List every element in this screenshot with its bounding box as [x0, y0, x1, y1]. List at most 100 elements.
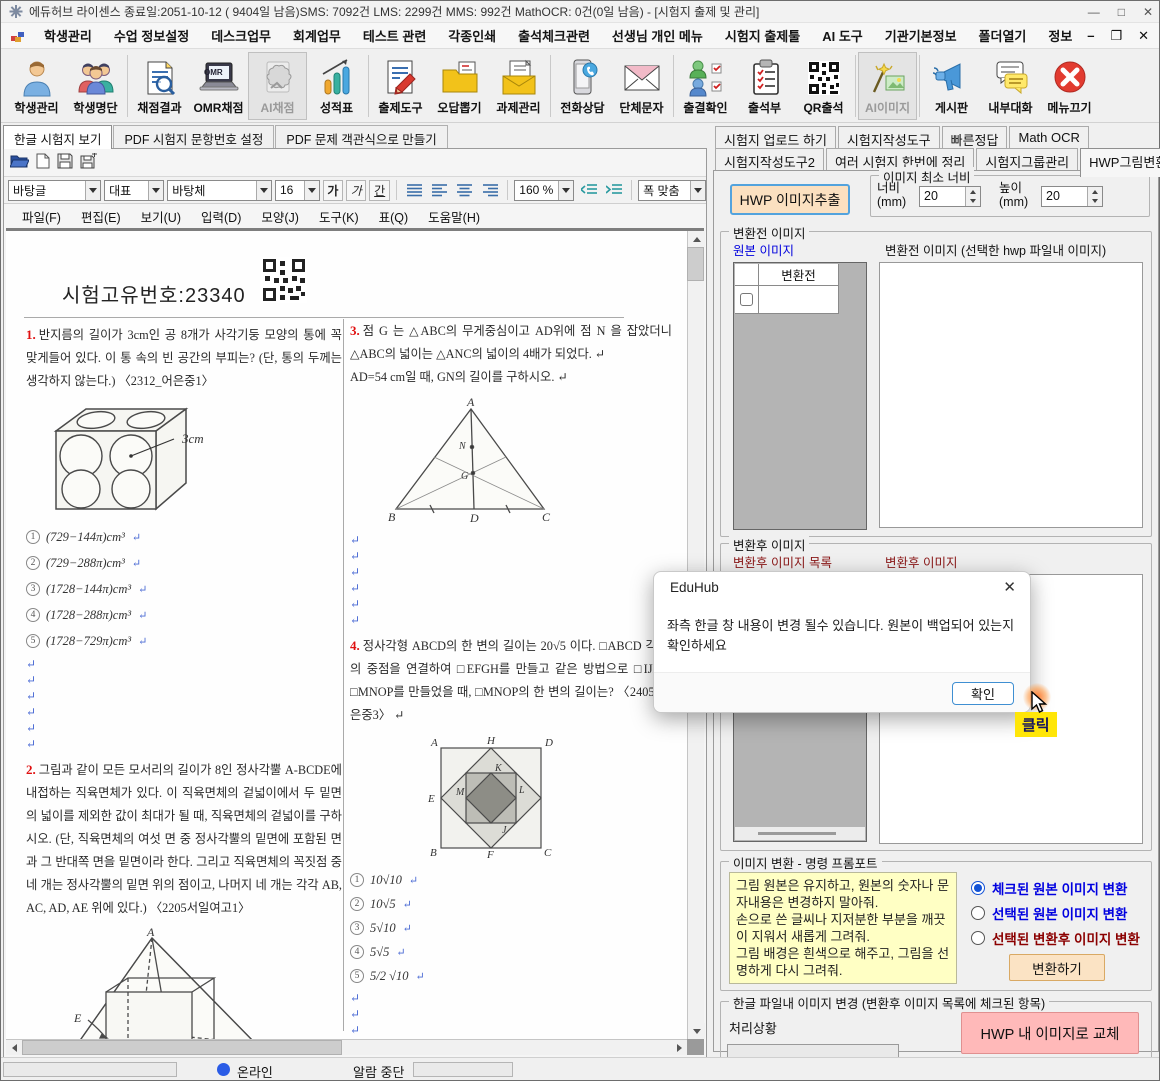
toolbar-ai-grading-button[interactable]: AI채점 — [248, 52, 307, 120]
problem-3-figure: A N G B D C — [386, 395, 672, 528]
new-document-icon[interactable] — [36, 153, 50, 174]
align-left-button[interactable] — [428, 180, 450, 201]
radio-button[interactable] — [971, 906, 985, 920]
toolbar-attendance-check-button[interactable]: 출결확인 — [676, 52, 735, 120]
scroll-left-button[interactable] — [6, 1040, 22, 1055]
hwp-menu-item[interactable]: 표(Q) — [369, 207, 419, 226]
align-center-button[interactable] — [454, 180, 476, 201]
toolbar-phone-consult-button[interactable]: 전화상담 — [553, 52, 612, 120]
menu-item[interactable]: 테스트 관련 — [352, 22, 437, 49]
font-select[interactable]: 바탕체 — [167, 180, 272, 201]
width-down-arrow[interactable] — [966, 197, 980, 207]
indent-decrease-button[interactable] — [577, 180, 599, 201]
font-size-select[interactable]: 16 — [275, 180, 320, 201]
convert-button[interactable]: 변환하기 — [1009, 954, 1105, 981]
toolbar-qr-attendance-button[interactable]: QR출석 — [794, 52, 853, 120]
menu-item[interactable]: 기관기본정보 — [874, 22, 968, 49]
scroll-right-button[interactable] — [671, 1040, 687, 1055]
indent-increase-button[interactable] — [603, 180, 625, 201]
hwp-menu-item[interactable]: 보기(U) — [131, 207, 191, 226]
style-select[interactable]: 바탕글 — [8, 180, 101, 201]
hwp-menu-item[interactable]: 편집(E) — [71, 207, 131, 226]
fit-select[interactable]: 폭 맞춤 — [638, 180, 706, 201]
horizontal-scrollbar[interactable] — [6, 1039, 687, 1055]
prompt-textarea[interactable]: 그림 원본은 유지하고, 원본의 숫자나 문자내용은 변경하지 말아줘. 손으로… — [729, 872, 957, 984]
mdi-restore-button[interactable]: ❒ — [1110, 28, 1122, 44]
ok-button[interactable]: 확인 — [952, 682, 1014, 705]
underline-button[interactable]: 간 — [369, 180, 389, 201]
hwp-menu-item[interactable]: 도움말(H) — [418, 207, 490, 226]
menu-item[interactable]: 시험지 출제툴 — [714, 22, 811, 49]
minimize-button[interactable]: — — [1088, 5, 1100, 19]
grid-hscrollbar[interactable] — [735, 827, 865, 840]
menu-item[interactable]: AI 도구 — [811, 22, 874, 49]
toolbar-assignment-button[interactable]: 과제관리 — [489, 52, 548, 120]
tab-hwp-image-convert[interactable]: HWP그림변환 — [1080, 148, 1160, 177]
menu-item[interactable]: 수업 정보설정 — [103, 22, 200, 49]
radio-convert-selected-after[interactable]: 선택된 변환후 이미지 변환 — [971, 928, 1140, 948]
hwp-menu-item[interactable]: 모양(J) — [251, 207, 309, 226]
toolbar-omr-grading-button[interactable]: OMR OMR채점 — [189, 52, 248, 120]
close-button[interactable]: ✕ — [1143, 5, 1153, 19]
menu-item[interactable]: 각종인쇄 — [437, 22, 507, 49]
toolbar-wrong-answer-button[interactable]: 오답뽑기 — [430, 52, 489, 120]
italic-button[interactable]: 가 — [346, 180, 366, 201]
menu-item[interactable]: 회계업무 — [282, 22, 352, 49]
menu-item[interactable]: 선생님 개인 메뉴 — [601, 22, 714, 49]
document-page[interactable]: 시험고유번호:23340 1.반지름의 길이가 3cm인 공 8개가 사각기둥 … — [6, 231, 687, 1039]
radio-convert-selected-source[interactable]: 선택된 원본 이미지 변환 — [971, 903, 1127, 923]
dialog-close-icon[interactable]: ✕ — [1003, 578, 1016, 596]
maximize-button[interactable]: □ — [1118, 5, 1125, 19]
save-as-icon[interactable] — [80, 153, 98, 174]
menu-item[interactable]: 정보 — [1037, 22, 1083, 49]
vertical-scroll-thumb[interactable] — [687, 247, 704, 281]
replace-hwp-image-button[interactable]: HWP 내 이미지로 교체 — [961, 1012, 1139, 1054]
scroll-down-button[interactable] — [688, 1023, 705, 1039]
width-up-arrow[interactable] — [966, 187, 980, 197]
toolbar-authoring-tool-button[interactable]: 출제도구 — [371, 52, 430, 120]
toolbar-menu-off-button[interactable]: 메뉴끄기 — [1040, 52, 1099, 120]
toolbar-student-list-button[interactable]: 학생명단 — [66, 52, 125, 120]
align-right-button[interactable] — [479, 180, 501, 201]
toolbar-ai-image-button[interactable]: AI이미지 — [858, 52, 917, 120]
align-justify-button[interactable] — [403, 180, 425, 201]
grid-checkbox-cell[interactable] — [735, 286, 759, 314]
radio-convert-checked-source[interactable]: 체크된 원본 이미지 변환 — [971, 878, 1127, 898]
open-folder-icon[interactable] — [10, 153, 29, 174]
hwp-menu-item[interactable]: 도구(K) — [309, 207, 369, 226]
hwp-menu-item[interactable]: 파일(F) — [12, 207, 71, 226]
height-down-arrow[interactable] — [1088, 197, 1102, 207]
zoom-select[interactable]: 160 % — [514, 180, 574, 201]
mdi-minimize-button[interactable]: – — [1087, 28, 1094, 44]
horizontal-scroll-thumb[interactable] — [22, 1040, 342, 1055]
tab-pdf-question-number[interactable]: PDF 시험지 문항번호 설정 — [113, 125, 274, 148]
toolbar-attendance-book-button[interactable]: 출석부 — [735, 52, 794, 120]
row-checkbox[interactable] — [740, 293, 753, 306]
menu-item[interactable]: 학생관리 — [33, 22, 103, 49]
bold-button[interactable]: 가 — [323, 180, 343, 201]
problem-2-text: 2.그림과 같이 모든 모서리의 길이가 8인 정사각뿔 A-BCDE에 내접하… — [26, 758, 342, 920]
menu-item[interactable]: 출석체크관련 — [507, 22, 601, 49]
tab-pdf-to-multiple-choice[interactable]: PDF 문제 객관식으로 만들기 — [275, 125, 447, 148]
mdi-close-button[interactable]: ✕ — [1138, 28, 1149, 44]
toolbar-board-button[interactable]: 게시판 — [922, 52, 981, 120]
scroll-up-button[interactable] — [688, 231, 705, 247]
toolbar-report-card-button[interactable]: 성적표 — [307, 52, 366, 120]
rep-select[interactable]: 대표 — [104, 180, 164, 201]
source-image-grid[interactable]: 변환전 — [733, 262, 867, 530]
toolbar-internal-chat-button[interactable]: 내부대화 — [981, 52, 1040, 120]
height-up-arrow[interactable] — [1088, 187, 1102, 197]
hwp-image-extract-button[interactable]: HWP 이미지추출 — [730, 184, 850, 215]
tab-hwp-exam-view[interactable]: 한글 시험지 보기 — [3, 125, 112, 149]
radio-button[interactable] — [971, 931, 985, 945]
min-width-spinner[interactable]: 20 — [919, 186, 981, 207]
hwp-menu-item[interactable]: 입력(D) — [191, 207, 251, 226]
save-icon[interactable] — [57, 153, 73, 174]
menu-item[interactable]: 폴더열기 — [968, 22, 1038, 49]
radio-button[interactable] — [971, 881, 985, 895]
toolbar-group-sms-button[interactable]: 단체문자 — [612, 52, 671, 120]
toolbar-grading-result-button[interactable]: 채점결과 — [130, 52, 189, 120]
menu-item[interactable]: 데스크업무 — [200, 22, 282, 49]
min-height-spinner[interactable]: 20 — [1041, 186, 1103, 207]
toolbar-student-manage-button[interactable]: 학생관리 — [7, 52, 66, 120]
